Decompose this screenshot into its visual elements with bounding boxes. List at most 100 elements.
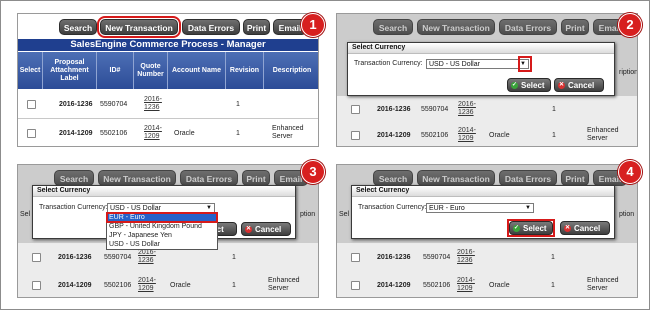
row-description: Enhanced Server <box>268 277 300 292</box>
quote-link[interactable]: 2014-1209 <box>458 127 478 143</box>
quote-link[interactable]: 2016-1236 <box>457 249 477 265</box>
currency-value: EUR - Euro <box>429 205 465 212</box>
row-account: Oracle <box>174 129 195 137</box>
header-fragment: ption <box>619 211 635 218</box>
row-checkbox[interactable] <box>351 252 360 262</box>
table-row[interactable]: 2014-1209 5502106 2014-1209 Oracle 1 Enh… <box>18 119 318 146</box>
quote-link[interactable]: 2014-1209 <box>138 277 158 293</box>
row-revision: 1 <box>236 100 240 108</box>
option-gbp[interactable]: GBP - United Kingdom Pound <box>107 222 217 231</box>
step-badge-3: 3 <box>301 160 325 184</box>
table-row[interactable]: 2016-1236 5590704 2016-1236 1 <box>18 90 318 119</box>
data-errors-button[interactable]: Data Errors <box>182 19 240 35</box>
highlight-box <box>518 56 532 72</box>
currency-options-list[interactable]: EUR - Euro GBP - United Kingdom Pound JP… <box>106 212 218 250</box>
table-header: Select Proposal Attachment Label ID# Quo… <box>18 52 318 89</box>
select-currency-dialog: Select Currency Transaction Currency: EU… <box>351 185 615 239</box>
row-id: 5590704 <box>421 105 449 113</box>
currency-dropdown[interactable]: EUR - Euro ▼ <box>426 203 534 213</box>
panel-step-2: Search New Transaction Data Errors Print… <box>336 13 638 147</box>
table-row: 2016-1236 5590704 2016-1236 1 <box>337 243 637 272</box>
panel-step-4: Search New Transaction Data Errors Print… <box>336 164 638 298</box>
row-label: 2014-1209 <box>377 131 411 139</box>
col-select: Select <box>18 52 43 89</box>
row-checkbox[interactable] <box>32 252 41 262</box>
row-checkbox[interactable] <box>32 280 41 290</box>
currency-label: Transaction Currency: <box>354 60 423 67</box>
process-title: SalesEngine Commerce Process - Manager <box>18 39 318 51</box>
currency-dropdown[interactable]: USD - US Dollar ▼ <box>426 59 529 69</box>
search-button[interactable]: Search <box>59 19 97 35</box>
row-id: 5502106 <box>100 129 128 137</box>
new-transaction-button[interactable]: New Transaction <box>97 16 181 38</box>
row-description: Enhanced Server <box>587 127 619 142</box>
close-icon: ✕ <box>245 226 252 233</box>
toolbar: Search New Transaction Data Errors Print… <box>18 14 318 39</box>
currency-label: Transaction Currency: <box>358 204 427 211</box>
currency-value: USD - US Dollar <box>110 205 161 212</box>
table-row: 2016-1236 5590704 2016-1236 1 <box>337 96 637 123</box>
option-jpy[interactable]: JPY - Japanese Yen <box>107 231 217 240</box>
col-proposal: Proposal Attachment Label <box>43 52 97 89</box>
option-usd[interactable]: USD - US Dollar <box>107 240 217 249</box>
step-badge-2: 2 <box>618 13 642 37</box>
row-revision: 1 <box>551 281 555 289</box>
row-revision: 1 <box>552 131 556 139</box>
currency-value: USD - US Dollar <box>429 61 480 68</box>
check-icon: ✓ <box>513 225 520 232</box>
row-account: Oracle <box>489 281 510 289</box>
table-row: 2014-1209 5502106 2014-1209 Oracle 1 Enh… <box>18 271 318 297</box>
row-revision: 1 <box>551 253 555 261</box>
quote-link[interactable]: 2016-1236 <box>458 101 478 117</box>
select-button[interactable]: ✓ Select <box>507 78 551 92</box>
close-icon: ✕ <box>564 225 571 232</box>
row-label: 2016-1236 <box>59 100 93 108</box>
select-button[interactable]: ✓ Select <box>509 221 553 235</box>
quote-link[interactable]: 2014-1209 <box>144 125 164 141</box>
row-label: 2014-1209 <box>59 129 93 137</box>
row-account: Oracle <box>170 281 191 289</box>
row-revision: 1 <box>552 105 556 113</box>
col-id: ID# <box>97 52 134 89</box>
row-id: 5590704 <box>100 100 128 108</box>
cancel-button[interactable]: ✕ Cancel <box>560 221 610 235</box>
header-fragment: ription <box>619 69 638 76</box>
dropdown-arrow-icon[interactable]: ▼ <box>525 204 531 213</box>
row-revision: 1 <box>236 129 240 137</box>
row-account: Oracle <box>489 131 510 139</box>
panel-step-3: Search New Transaction Data Errors Print… <box>17 164 319 298</box>
row-checkbox[interactable] <box>351 130 360 140</box>
header-fragment: ption <box>300 211 316 218</box>
quote-link[interactable]: 2016-1236 <box>138 249 158 265</box>
header-fragment: Sel <box>339 211 350 218</box>
row-checkbox[interactable] <box>27 128 36 138</box>
row-description: Enhanced Server <box>587 277 619 292</box>
check-icon: ✓ <box>511 82 518 89</box>
table-row: 2014-1209 5502106 2014-1209 Oracle 1 Enh… <box>337 271 637 297</box>
row-revision: 1 <box>232 253 236 261</box>
row-checkbox[interactable] <box>351 280 360 290</box>
row-checkbox[interactable] <box>27 99 36 109</box>
quote-link[interactable]: 2014-1209 <box>457 277 477 293</box>
row-description: Enhanced Server <box>272 125 304 140</box>
col-description: Description <box>272 66 312 74</box>
row-id: 5502106 <box>104 281 132 289</box>
quote-link[interactable]: 2016-1236 <box>144 96 164 112</box>
select-currency-dialog: Select Currency Transaction Currency: US… <box>347 42 615 96</box>
row-label: 2014-1209 <box>58 281 92 289</box>
option-eur[interactable]: EUR - Euro <box>106 212 218 223</box>
table-row: 2014-1209 5502106 2014-1209 Oracle 1 Enh… <box>337 122 637 146</box>
print-button[interactable]: Print <box>243 19 270 35</box>
row-id: 5590704 <box>423 253 451 261</box>
row-id: 5502106 <box>423 281 451 289</box>
step-badge-1: 1 <box>301 13 325 37</box>
cancel-button[interactable]: ✕ Cancel <box>554 78 604 92</box>
row-checkbox[interactable] <box>351 104 360 114</box>
dialog-title: Select Currency <box>352 186 614 197</box>
close-icon: ✕ <box>558 82 565 89</box>
row-label: 2016-1236 <box>58 253 92 261</box>
col-revision: Revision <box>226 52 264 89</box>
cancel-button[interactable]: ✕ Cancel <box>241 222 291 236</box>
row-id: 5502106 <box>421 131 449 139</box>
dialog-title: Select Currency <box>348 43 614 54</box>
